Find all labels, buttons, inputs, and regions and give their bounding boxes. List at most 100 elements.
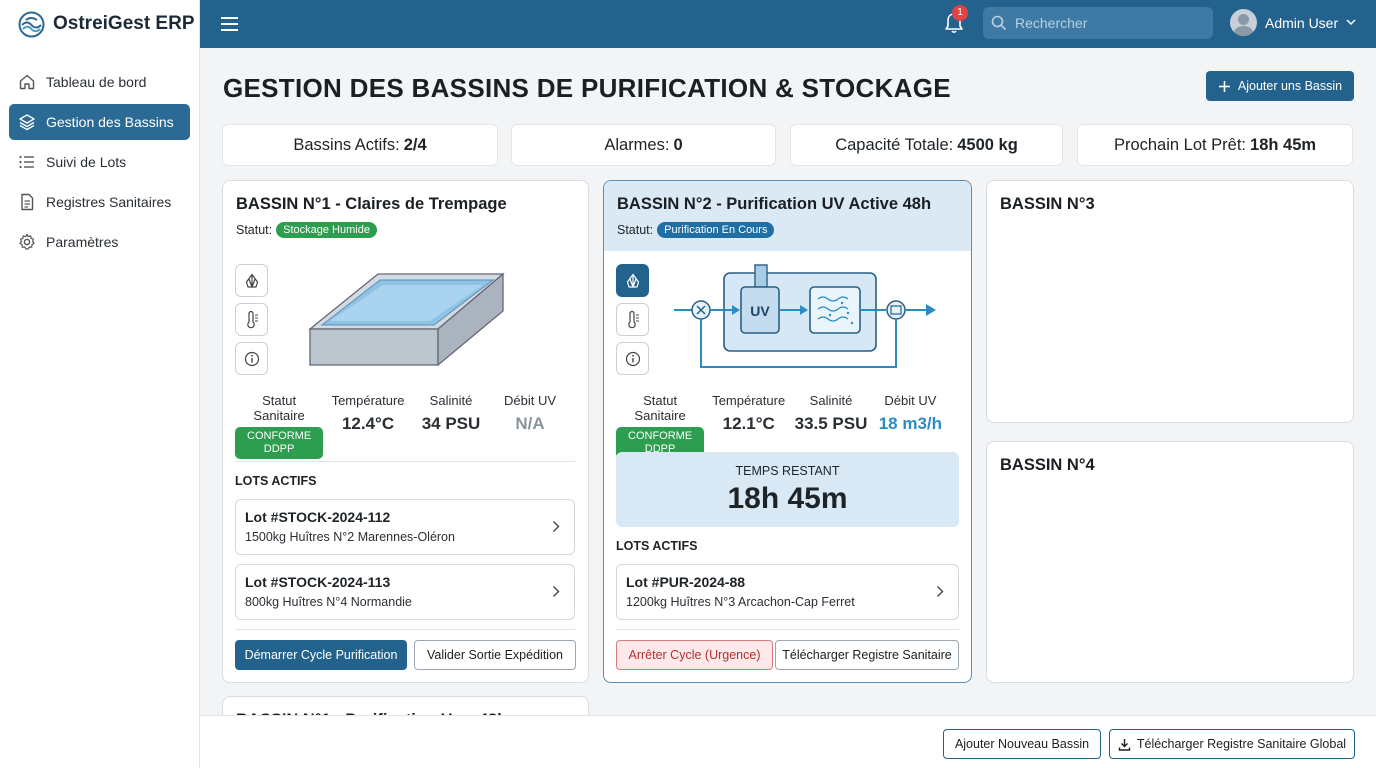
divider xyxy=(616,629,959,630)
timer-value: 18h 45m xyxy=(727,482,848,515)
metric-label: Débit UV xyxy=(504,393,557,408)
metric-salinite: Salinité 33.5 PSU xyxy=(793,393,869,459)
lot-item[interactable]: Lot #STOCK-2024-113 800kg Huîtres N°4 No… xyxy=(235,564,575,620)
stat-label: Alarmes: xyxy=(604,135,670,154)
status-badge: Purification En Cours xyxy=(657,222,775,238)
info-icon xyxy=(625,351,640,366)
metric-value: 34 PSU xyxy=(421,414,481,433)
info-button[interactable] xyxy=(235,342,268,375)
metric-label: Salinité xyxy=(809,393,853,408)
metric-statut-sanitaire: Statut Sanitaire CONFORME DDPP xyxy=(616,393,705,459)
search-icon xyxy=(991,15,1007,31)
document-icon xyxy=(21,193,34,211)
shellfish-icon xyxy=(626,273,639,288)
tank-view-button[interactable] xyxy=(235,264,268,297)
sidebar-item-suivi-de-lots[interactable]: Suivi de Lots xyxy=(9,144,190,180)
temperature-button[interactable] xyxy=(235,303,268,336)
metric-debit-uv: Débit UV 18 m3/h xyxy=(869,393,952,459)
notification-badge: 1 xyxy=(952,5,968,21)
lot-desc: 800kg Huîtres N°4 Normandie xyxy=(245,595,412,609)
temperature-button[interactable] xyxy=(616,303,649,336)
sidebar-item-registres-sanitaires[interactable]: Registres Sanitaires xyxy=(9,184,190,220)
sidebar-item-tableau-de-bord[interactable]: Tableau de bord xyxy=(9,64,190,100)
metric-label: Température xyxy=(712,393,786,408)
stop-cycle-button[interactable]: Arrêter Cycle (Urgence) xyxy=(616,640,773,670)
gear-icon xyxy=(19,233,35,250)
metric-temperature: Température 12.1°C xyxy=(704,393,793,459)
add-new-bassin-label: Ajouter Nouveau Bassin xyxy=(954,737,1090,751)
metric-temperature: Température 12.4°C xyxy=(323,393,413,459)
lots-heading: LOTS ACTIFS xyxy=(616,539,698,553)
download-register-button[interactable]: Télécharger Registre Sanitaire xyxy=(775,640,959,670)
metric-value: 18 m3/h xyxy=(878,414,943,433)
info-button[interactable] xyxy=(616,342,649,375)
stat-prochain-lot: Prochain Lot Prêt: 18h 45m xyxy=(1077,124,1353,166)
user-menu[interactable]: Admin User xyxy=(1230,9,1356,36)
start-purification-button[interactable]: Démarrer Cycle Purification xyxy=(235,640,407,670)
chevron-right-icon xyxy=(553,586,560,597)
basin-illustration-icon xyxy=(308,272,505,367)
sidebar-item-label: Registres Sanitaires xyxy=(46,194,172,210)
card-header: BASSIN N°4 xyxy=(987,442,1353,512)
stat-value: 0 xyxy=(673,135,683,154)
stat-label: Capacité Totale: xyxy=(835,135,954,154)
home-icon xyxy=(19,74,35,90)
brand[interactable]: OstreiGest ERP xyxy=(0,0,199,48)
shellfish-icon xyxy=(245,273,258,288)
validate-exit-button[interactable]: Valider Sortie Expédition xyxy=(414,640,576,670)
stat-capacite: Capacité Totale: 4500 kg xyxy=(790,124,1063,166)
plus-icon xyxy=(1218,80,1230,92)
search-input[interactable] xyxy=(1015,15,1195,31)
metric-label: Débit UV xyxy=(884,393,937,408)
sidebar-nav: Tableau de bord Gestion des Bassins Suiv… xyxy=(0,64,199,260)
avatar xyxy=(1230,9,1257,36)
stat-value: 2/4 xyxy=(403,135,427,154)
oyster-logo-icon xyxy=(18,11,45,37)
hamburger-menu-icon[interactable] xyxy=(220,16,240,32)
divider xyxy=(235,629,575,630)
metrics-row: Statut Sanitaire CONFORME DDPP Températur… xyxy=(616,393,952,459)
page-title: GESTION DES BASSINS DE PURIFICATION & ST… xyxy=(223,73,951,103)
lot-item[interactable]: Lot #PUR-2024-88 1200kg Huîtres N°3 Arca… xyxy=(616,564,959,620)
user-name: Admin User xyxy=(1265,14,1339,31)
card-header: BASSIN N°2 - Purification UV Active 48h … xyxy=(604,181,971,251)
metric-value: 12.1°C xyxy=(722,414,775,433)
card-status: Statut: Stockage Humide xyxy=(236,222,575,238)
download-global-register-button[interactable]: Télécharger Registre Sanitaire Global xyxy=(1109,729,1355,759)
lot-id: Lot #PUR-2024-88 xyxy=(626,574,746,590)
bassin-card-2: BASSIN N°2 - Purification UV Active 48h … xyxy=(603,180,972,683)
metric-value: 12.4°C xyxy=(341,414,395,433)
sidebar-item-label: Gestion des Bassins xyxy=(46,114,174,130)
lot-desc: 1200kg Huîtres N°3 Arcachon-Cap Ferret xyxy=(626,595,855,609)
metric-label: Statut Sanitaire xyxy=(634,393,686,423)
sidebar-item-label: Paramètres xyxy=(46,234,119,250)
lot-desc: 1500kg Huîtres N°2 Marennes-Oléron xyxy=(245,530,455,544)
chevron-down-icon xyxy=(1346,19,1356,26)
lot-item[interactable]: Lot #STOCK-2024-112 1500kg Huîtres N°2 M… xyxy=(235,499,575,555)
tank-view-button[interactable] xyxy=(616,264,649,297)
bassin-card-4: BASSIN N°4 xyxy=(986,441,1354,683)
metrics-row: Statut Sanitaire CONFORME DDPP Températur… xyxy=(235,393,571,459)
conforme-badge: CONFORME DDPP xyxy=(235,427,324,459)
uv-purification-diagram-icon: UV xyxy=(674,264,936,368)
download-icon xyxy=(1118,738,1131,751)
lot-id: Lot #STOCK-2024-113 xyxy=(245,574,391,590)
bassin-card-1: BASSIN N°1 - Claires de Trempage Statut:… xyxy=(222,180,589,683)
search-box[interactable] xyxy=(983,7,1213,39)
status-label: Statut: xyxy=(617,223,654,237)
add-new-bassin-button[interactable]: Ajouter Nouveau Bassin xyxy=(943,729,1101,759)
card-header: BASSIN N°1 - Claires de Trempage Statut:… xyxy=(223,181,588,251)
card-title: BASSIN N°3 xyxy=(1000,195,1095,213)
sidebar-item-parametres[interactable]: Paramètres xyxy=(9,224,190,260)
add-bassin-label: Ajouter uns Bassin xyxy=(1237,79,1343,93)
stat-alarmes: Alarmes: 0 xyxy=(511,124,776,166)
card-title: BASSIN N°4 xyxy=(1000,456,1095,474)
remaining-time-panel: TEMPS RESTANT 18h 45m xyxy=(616,452,959,527)
bassin-card-3: BASSIN N°3 xyxy=(986,180,1354,423)
add-bassin-button[interactable]: Ajouter uns Bassin xyxy=(1206,71,1354,101)
card-title: BASSIN N°1 - Claires de Trempage xyxy=(236,195,507,213)
thermometer-icon xyxy=(246,310,258,328)
sidebar-item-gestion-des-bassins[interactable]: Gestion des Bassins xyxy=(9,104,190,140)
metric-value: N/A xyxy=(515,414,545,433)
metric-statut-sanitaire: Statut Sanitaire CONFORME DDPP xyxy=(235,393,324,459)
